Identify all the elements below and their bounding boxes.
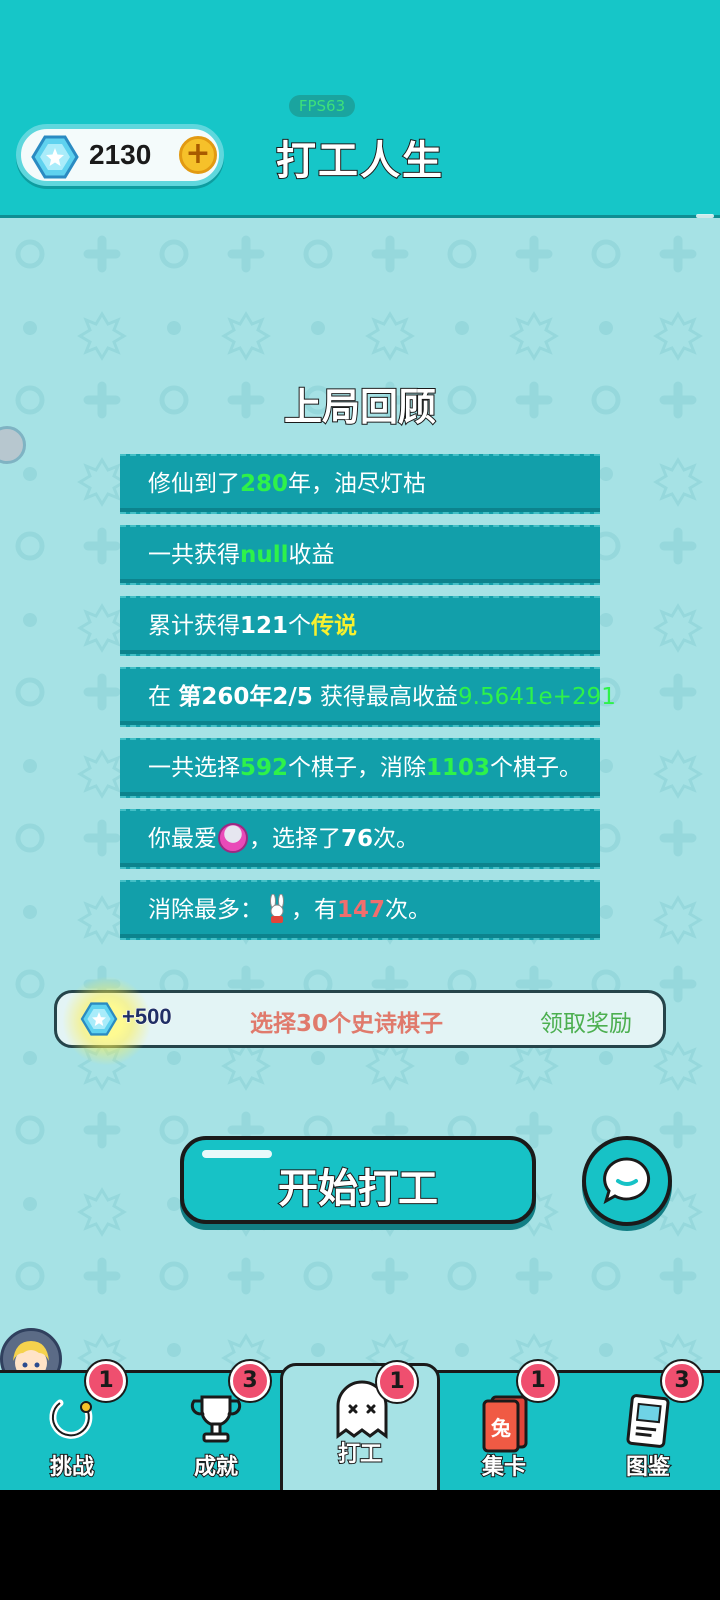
- row-text: 在: [148, 684, 179, 710]
- cards-badge: 1: [518, 1361, 558, 1401]
- main-panel: 上局回顾 修仙到了280年，油尽灯枯 一共获得null收益 累计获得121个传说…: [0, 218, 720, 1370]
- rarity-label: 传说: [311, 613, 358, 639]
- row-text: 消除最多：: [148, 897, 263, 923]
- row-text: 年，油尽灯枯: [288, 471, 427, 497]
- handbook-badge: 3: [662, 1361, 702, 1401]
- row-text: 收益: [288, 542, 335, 568]
- review-list: 修仙到了280年，油尽灯枯 一共获得null收益 累计获得121个传说 在 第2…: [120, 454, 616, 951]
- row-text: 修仙到了: [148, 471, 240, 497]
- nav-handbook[interactable]: 3 图鉴: [576, 1361, 720, 1493]
- row-text: 次。: [373, 826, 420, 852]
- card-icon: 兔: [482, 1395, 528, 1453]
- avatar-image: [13, 1341, 49, 1370]
- nav-label: 打工: [337, 1441, 383, 1468]
- best-income-value: 9.5641e+291: [458, 684, 616, 710]
- nav-achievements[interactable]: 3 成就: [144, 1361, 288, 1493]
- removed-count: 1103: [426, 755, 491, 781]
- row-text: 获得最高收益: [312, 684, 459, 710]
- reward-gem-icon: [80, 1002, 118, 1036]
- review-row-legendary: 累计获得121个传说: [120, 596, 600, 656]
- row-text: 一共选择: [148, 755, 240, 781]
- row-text: 个棋子，消除: [288, 755, 427, 781]
- row-text: 你最爱: [148, 826, 217, 852]
- review-row-income: 一共获得null收益: [120, 525, 600, 585]
- gem-count: 2130: [89, 139, 152, 170]
- chosen-count: 592: [240, 755, 289, 781]
- claim-reward-button[interactable]: 领取奖励: [540, 1004, 632, 1038]
- nav-cards[interactable]: 兔 1 集卡: [432, 1361, 576, 1493]
- add-gems-button[interactable]: +: [179, 136, 217, 174]
- income-value: null: [240, 542, 289, 568]
- bunny-piece-icon: [270, 893, 284, 923]
- favorite-piece-icon: [218, 822, 248, 853]
- years-value: 280: [240, 471, 289, 497]
- achievements-badge: 3: [230, 1361, 270, 1401]
- review-row-best-income: 在 第260年2/5 获得最高收益9.5641e+291: [120, 667, 616, 727]
- page-title: 打工人生: [275, 137, 444, 185]
- favorite-times: 76: [341, 826, 374, 852]
- bottom-nav: 1 挑战 3 成就 1 打工 兔 1 集卡 3 图鉴: [0, 1361, 720, 1493]
- nav-label: 成就: [193, 1454, 239, 1481]
- gem-balance[interactable]: 2130 +: [16, 124, 224, 186]
- review-row-favorite: 你最爱 ，选择了76次。: [120, 809, 600, 869]
- gem-icon: [31, 135, 79, 179]
- nav-label: 集卡: [481, 1454, 527, 1481]
- fps-counter: FPS63: [289, 95, 355, 117]
- nav-challenge[interactable]: 1 挑战: [0, 1361, 144, 1493]
- row-text: 个: [288, 613, 312, 639]
- review-row-most-removed: 消除最多： ，有147次。: [120, 880, 600, 940]
- row-text: 次。: [385, 897, 432, 923]
- row-text: 个棋子。: [490, 755, 583, 781]
- row-text: 一共获得: [148, 542, 240, 568]
- start-work-label: 开始打工: [277, 1165, 439, 1213]
- review-row-years: 修仙到了280年，油尽灯枯: [120, 454, 600, 514]
- system-bottom-area: [0, 1490, 720, 1600]
- row-text: ，选择了: [249, 826, 341, 852]
- top-bar: FPS63 2130 + 打工人生: [0, 0, 720, 218]
- chat-bubble-icon: [603, 1157, 651, 1205]
- trophy-icon: [190, 1395, 242, 1443]
- legendary-count: 121: [240, 613, 289, 639]
- nav-label: 图鉴: [625, 1454, 671, 1481]
- start-work-button[interactable]: 开始打工: [180, 1136, 536, 1224]
- best-time: 第260年2/5: [178, 684, 313, 710]
- work-badge: 1: [377, 1362, 417, 1402]
- nav-work[interactable]: 1 打工: [280, 1362, 440, 1493]
- card-char: 兔: [490, 1416, 511, 1440]
- review-title: 上局回顾: [283, 384, 437, 430]
- row-text: 累计获得: [148, 613, 240, 639]
- task-description: 选择30个史诗棋子: [250, 1011, 444, 1037]
- removed-times: 147: [337, 897, 386, 923]
- challenge-ring-icon: [49, 1399, 93, 1439]
- handbook-icon: [626, 1394, 670, 1448]
- chat-button[interactable]: [582, 1136, 672, 1226]
- nav-label: 挑战: [49, 1454, 95, 1481]
- review-row-pieces: 一共选择592个棋子，消除1103个棋子。: [120, 738, 600, 798]
- reward-amount: +500: [122, 1004, 173, 1030]
- row-text: ，有: [291, 897, 337, 923]
- challenge-badge: 1: [86, 1361, 126, 1401]
